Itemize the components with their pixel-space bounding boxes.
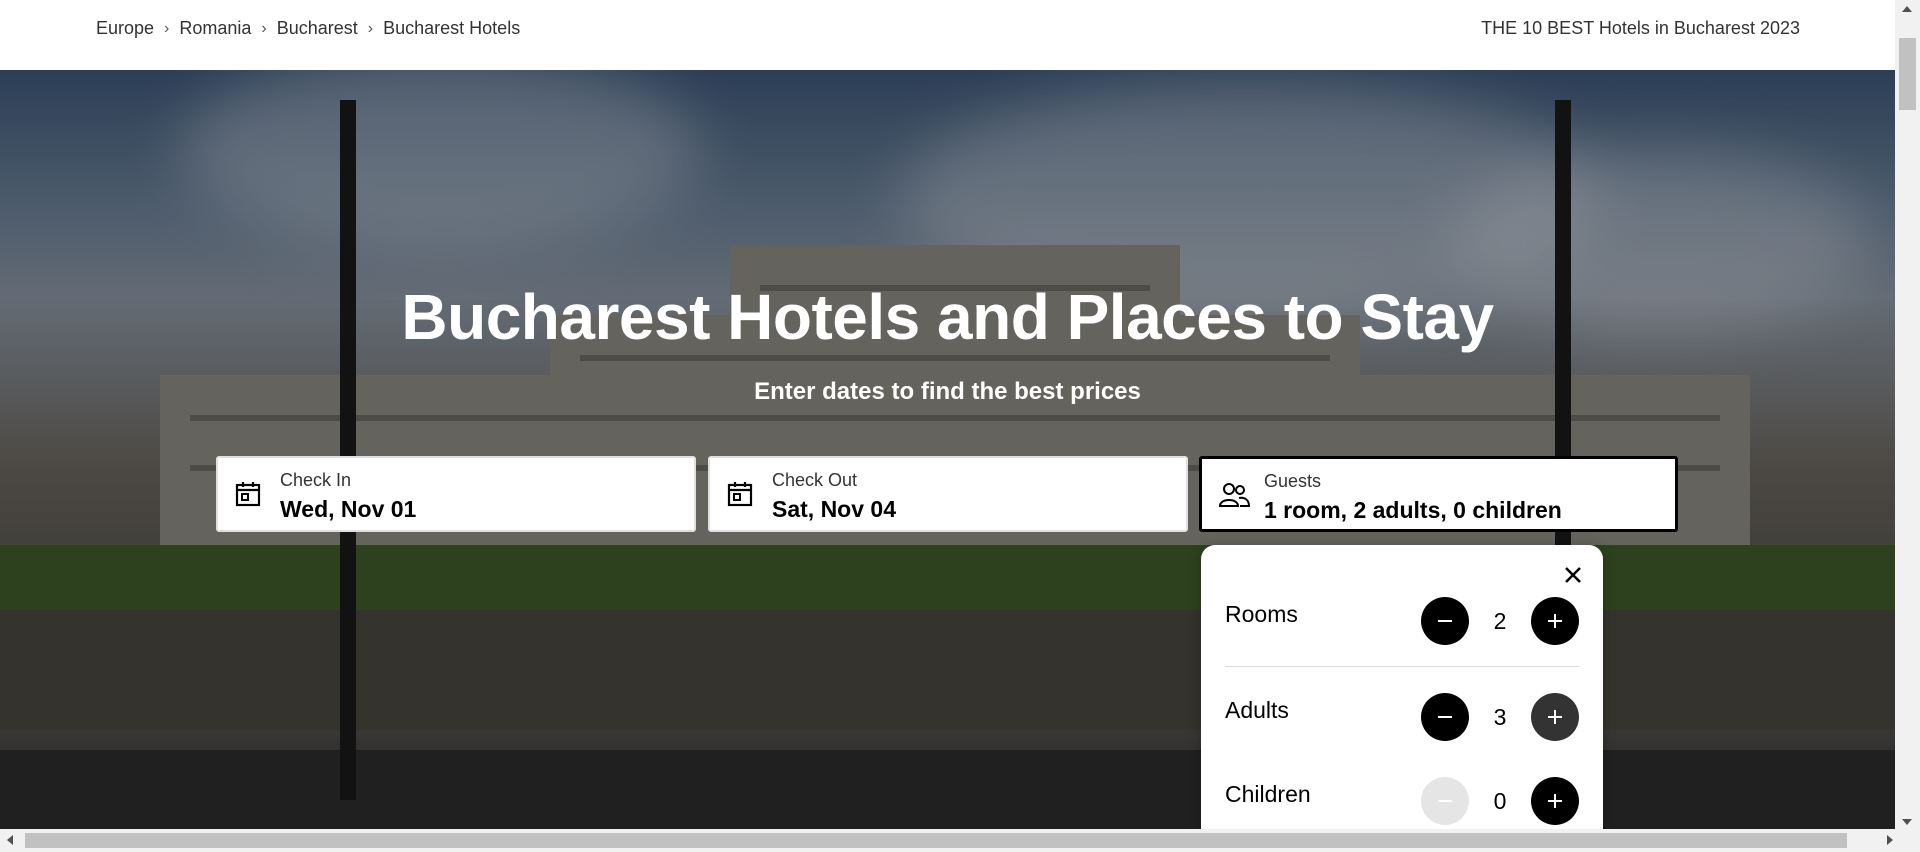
rooms-increase-button[interactable] (1531, 597, 1579, 645)
hero-section: Bucharest Hotels and Places to Stay Ente… (0, 70, 1895, 829)
vertical-scrollbar[interactable] (1895, 0, 1920, 829)
rooms-row: Rooms 2 (1225, 571, 1579, 667)
guests-popup: Rooms 2 Adults 3 Children 0 (1201, 545, 1603, 829)
calendar-icon (234, 480, 262, 508)
rooms-value: 2 (1493, 607, 1507, 634)
minus-icon (1438, 800, 1452, 802)
page-title: Bucharest Hotels and Places to Stay (401, 281, 1494, 353)
horizontal-scrollbar[interactable] (0, 829, 1920, 852)
rooms-label: Rooms (1225, 601, 1298, 627)
children-decrease-button[interactable] (1421, 777, 1469, 825)
breadcrumb-bucharest[interactable]: Bucharest (277, 18, 358, 39)
children-increase-button[interactable] (1531, 777, 1579, 825)
children-value: 0 (1493, 787, 1507, 814)
adults-stepper: 3 (1421, 693, 1579, 741)
children-label: Children (1225, 781, 1311, 807)
guests-label: Guests (1264, 471, 1322, 491)
children-stepper: 0 (1421, 777, 1579, 825)
hero-subtitle: Enter dates to find the best prices (754, 378, 1141, 405)
people-icon (1218, 481, 1251, 509)
hero-overlay (0, 70, 1895, 829)
calendar-icon (726, 480, 754, 508)
check-out-field[interactable]: Check Out Sat, Nov 04 (708, 456, 1188, 532)
vertical-scroll-thumb[interactable] (1899, 38, 1916, 110)
check-out-value: Sat, Nov 04 (772, 496, 896, 522)
breadcrumb-europe[interactable]: Europe (96, 18, 154, 39)
rooms-stepper: 2 (1421, 597, 1579, 645)
page-viewport: Europe › Romania › Bucharest › Bucharest… (0, 0, 1895, 829)
breadcrumb-separator: › (367, 19, 374, 37)
breadcrumb: Europe › Romania › Bucharest › Bucharest… (96, 18, 520, 39)
horizontal-scroll-thumb[interactable] (25, 833, 1847, 848)
adults-row: Adults 3 (1225, 667, 1579, 763)
breadcrumb-current: Bucharest Hotels (383, 18, 521, 38)
minus-icon (1438, 716, 1452, 718)
check-in-field[interactable]: Check In Wed, Nov 01 (216, 456, 696, 532)
rooms-decrease-button[interactable] (1421, 597, 1469, 645)
breadcrumb-separator: › (164, 19, 170, 37)
breadcrumb-romania[interactable]: Romania (179, 18, 251, 39)
breadcrumb-separator: › (261, 19, 267, 37)
guests-value: 1 room, 2 adults, 0 children (1264, 497, 1562, 523)
adults-decrease-button[interactable] (1421, 693, 1469, 741)
page-heading-link: THE 10 BEST Hotels in Bucharest 2023 (1481, 18, 1800, 38)
check-in-label: Check In (280, 470, 352, 490)
scroll-left-arrow-icon[interactable] (7, 835, 13, 845)
breadcrumb-bar: Europe › Romania › Bucharest › Bucharest… (0, 0, 1895, 70)
guests-field[interactable]: Guests 1 room, 2 adults, 0 children (1199, 456, 1678, 532)
adults-increase-button[interactable] (1531, 693, 1579, 741)
minus-icon (1438, 620, 1452, 622)
scroll-up-arrow-icon[interactable] (1902, 6, 1912, 12)
scroll-right-arrow-icon[interactable] (1887, 835, 1893, 845)
scroll-down-arrow-icon[interactable] (1902, 819, 1912, 825)
plus-icon (1548, 710, 1562, 724)
adults-label: Adults (1225, 697, 1289, 723)
check-in-value: Wed, Nov 01 (280, 496, 417, 522)
plus-icon (1548, 614, 1562, 628)
adults-value: 3 (1493, 703, 1507, 730)
check-out-label: Check Out (772, 470, 858, 490)
plus-icon (1548, 794, 1562, 808)
children-row: Children 0 (1225, 751, 1579, 829)
